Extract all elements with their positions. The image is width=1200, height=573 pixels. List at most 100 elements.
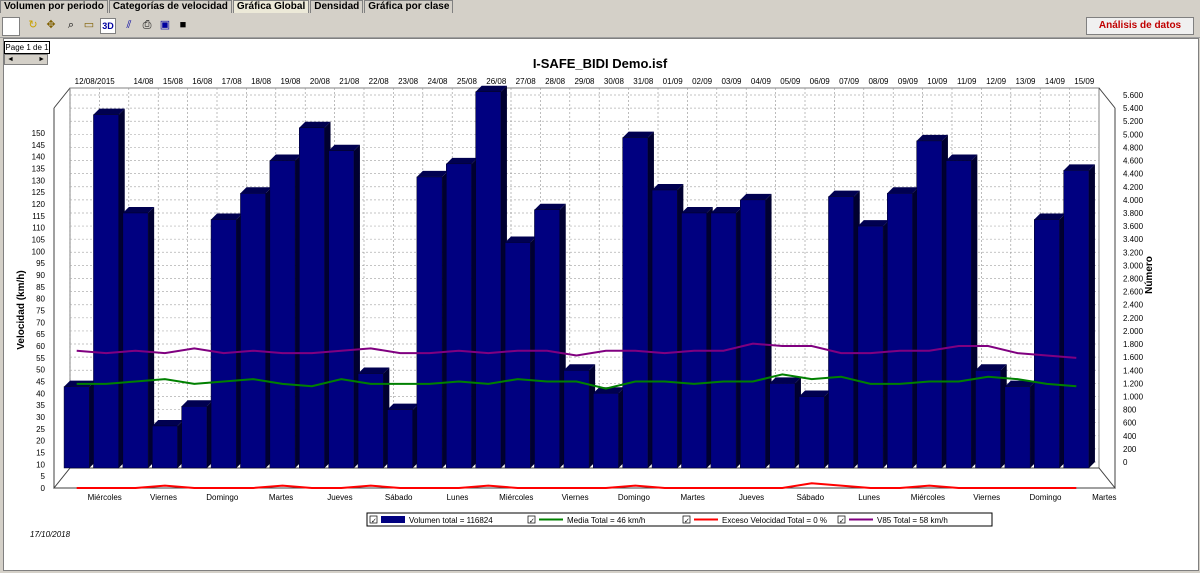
bar xyxy=(945,160,972,469)
bar xyxy=(504,242,531,469)
left-tick-label: 85 xyxy=(36,283,45,292)
left-tick-label: 130 xyxy=(32,176,46,185)
bottom-day-label: Jueves xyxy=(739,493,764,502)
bar xyxy=(1004,386,1031,469)
top-date-label: 03/09 xyxy=(721,77,742,86)
bottom-day-label: Domingo xyxy=(1029,493,1062,502)
bar xyxy=(769,383,796,469)
bar xyxy=(240,193,266,469)
bar xyxy=(387,409,413,469)
left-tick-label: 0 xyxy=(41,484,46,493)
bottom-day-label: Martes xyxy=(269,493,293,502)
right-tick-label: 2.000 xyxy=(1123,327,1144,336)
legend-label: Exceso Velocidad Total = 0 % xyxy=(722,516,827,525)
right-tick-label: 1.400 xyxy=(1123,366,1144,375)
top-date-label: 31/08 xyxy=(633,77,654,86)
bar xyxy=(122,212,149,469)
left-tick-label: 15 xyxy=(36,449,45,458)
bar xyxy=(269,160,296,469)
left-tick-label: 35 xyxy=(36,401,45,410)
top-date-label: 15/08 xyxy=(163,77,184,86)
bottom-day-label: Viernes xyxy=(150,493,177,502)
y-axis-left-label: Velocidad (km/h) xyxy=(16,270,27,349)
left-tick-label: 5 xyxy=(41,472,46,481)
bar xyxy=(651,189,678,469)
left-tick-label: 115 xyxy=(32,212,45,221)
right-tick-label: 1.600 xyxy=(1123,353,1144,362)
chart-svg: 12/08/2015 14/08 15/08 16/08 17/08 18/08 19/08… xyxy=(16,77,1155,527)
bar xyxy=(1034,219,1060,469)
bar xyxy=(593,392,619,469)
bottom-day-label: Sábado xyxy=(797,493,825,502)
bottom-day-label: Miércoles xyxy=(499,493,533,502)
bar xyxy=(357,373,384,469)
bar xyxy=(210,219,237,469)
bar xyxy=(181,406,208,469)
top-date-label: 19/08 xyxy=(280,77,301,86)
chart-right-edge xyxy=(1098,87,1116,109)
left-tick-label: 140 xyxy=(32,153,46,162)
bar xyxy=(446,163,472,469)
left-tick-label: 20 xyxy=(36,437,45,446)
top-date-label: 13/09 xyxy=(1015,77,1036,86)
top-date-label: 29/08 xyxy=(574,77,595,86)
bottom-day-label: Domingo xyxy=(618,493,651,502)
left-tick-label: 30 xyxy=(36,413,45,422)
top-date-label: 24/08 xyxy=(427,77,448,86)
top-date-label: 07/09 xyxy=(839,77,860,86)
top-date-label: 12/08/2015 xyxy=(75,77,116,86)
left-tick-label: 145 xyxy=(32,141,46,150)
bar xyxy=(475,91,502,469)
top-date-label: 12/09 xyxy=(986,77,1007,86)
bar xyxy=(710,212,737,469)
left-tick-label: 150 xyxy=(32,129,46,138)
bar xyxy=(63,386,90,469)
left-tick-label: 10 xyxy=(36,460,45,469)
right-tick-label: 3.800 xyxy=(1123,209,1144,218)
left-tick-label: 45 xyxy=(36,378,45,387)
legend-label: Volumen total = 116824 xyxy=(409,516,493,525)
right-tick-label: 2.400 xyxy=(1123,301,1144,310)
bar xyxy=(681,212,707,469)
top-date-label: 04/09 xyxy=(751,77,772,86)
top-date-label: 20/08 xyxy=(310,77,331,86)
left-tick-label: 70 xyxy=(36,318,45,327)
y-axis-right-label: Número xyxy=(1144,256,1155,294)
bar xyxy=(328,150,355,469)
bar xyxy=(740,199,766,469)
right-tick-label: 3.200 xyxy=(1123,248,1144,257)
top-date-label: 22/08 xyxy=(369,77,390,86)
right-tick-label: 4.600 xyxy=(1123,157,1144,166)
right-tick-label: 2.800 xyxy=(1123,275,1144,284)
left-tick-label: 60 xyxy=(36,342,45,351)
right-tick-label: 1.200 xyxy=(1123,379,1144,388)
right-tick-label: 5.200 xyxy=(1123,117,1144,126)
bar xyxy=(857,225,884,469)
bar xyxy=(152,425,178,469)
bottom-day-label: Viernes xyxy=(973,493,1000,502)
bottom-day-label: Lunes xyxy=(858,493,880,502)
bottom-day-label: Viernes xyxy=(562,493,589,502)
top-date-label: 06/09 xyxy=(810,77,831,86)
right-tick-label: 800 xyxy=(1123,406,1137,415)
right-tick-label: 0 xyxy=(1123,458,1128,467)
chart-floor xyxy=(52,467,1117,489)
bottom-day-label: Miércoles xyxy=(911,493,945,502)
bottom-day-label: Sábado xyxy=(385,493,413,502)
bottom-day-label: Martes xyxy=(1092,493,1116,502)
bar xyxy=(622,137,649,469)
left-tick-label: 40 xyxy=(36,389,45,398)
bar xyxy=(1063,170,1090,469)
legend-label: Media Total = 46 km/h xyxy=(567,516,645,525)
bar xyxy=(93,114,119,469)
top-date-label: 17/08 xyxy=(222,77,243,86)
right-tick-label: 4.200 xyxy=(1123,183,1144,192)
legend-label: V85 Total = 58 km/h xyxy=(877,516,948,525)
legend-check-mark: ✓ xyxy=(684,518,690,525)
right-tick-label: 4.800 xyxy=(1123,143,1144,152)
left-tick-label: 105 xyxy=(32,236,46,245)
left-tick-label: 110 xyxy=(32,224,45,233)
right-tick-label: 1.000 xyxy=(1123,392,1144,401)
top-date-label: 11/09 xyxy=(957,77,977,86)
bottom-day-label: Jueves xyxy=(327,493,352,502)
